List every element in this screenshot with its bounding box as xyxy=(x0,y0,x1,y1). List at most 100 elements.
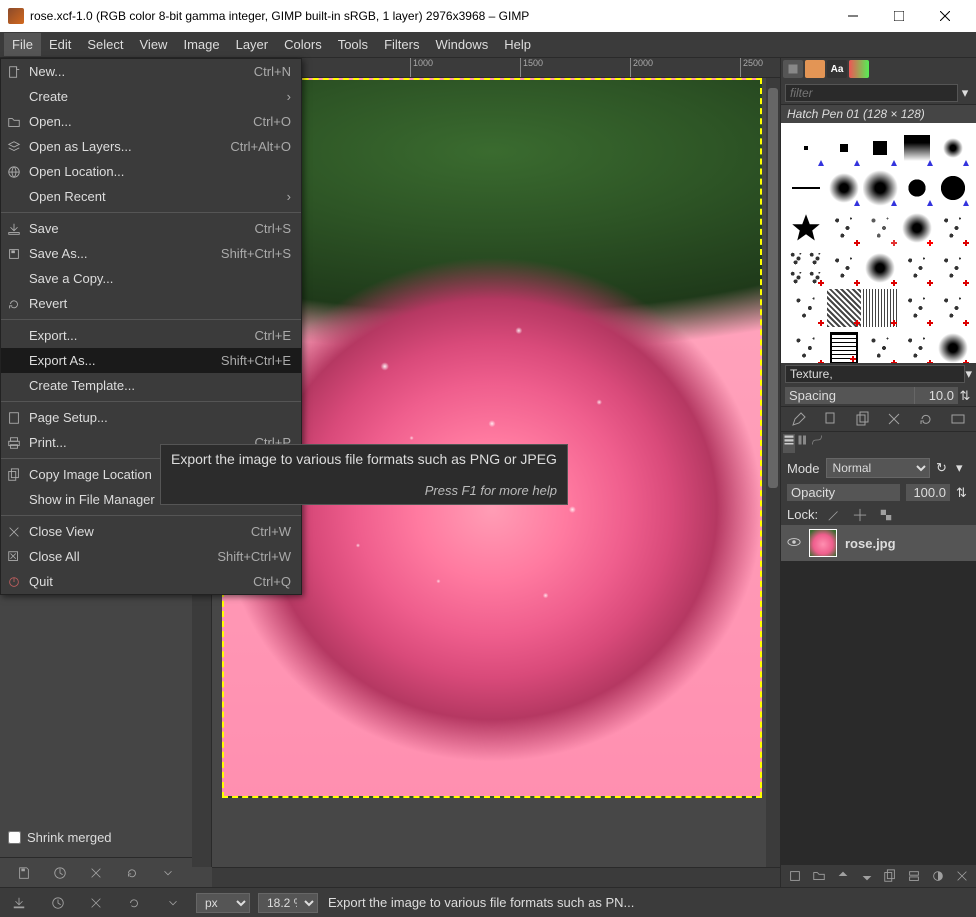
menu-edit[interactable]: Edit xyxy=(41,33,79,56)
brush-edit-icon[interactable] xyxy=(791,411,807,427)
brush-swatch[interactable] xyxy=(936,289,970,327)
file-menu-item[interactable]: Open...Ctrl+O xyxy=(1,109,301,134)
brush-swatch[interactable] xyxy=(827,249,861,287)
tab-layers[interactable] xyxy=(783,434,795,453)
delete-layer-icon[interactable] xyxy=(955,869,969,883)
brush-swatch[interactable] xyxy=(863,329,897,363)
brush-swatch[interactable] xyxy=(936,129,970,167)
raise-layer-icon[interactable] xyxy=(836,869,850,883)
layer-opacity-label[interactable]: Opacity xyxy=(787,484,900,501)
zoom-select[interactable]: 18.2 % xyxy=(258,893,318,913)
menu-filters[interactable]: Filters xyxy=(376,33,427,56)
layer-visibility-icon[interactable] xyxy=(787,535,801,552)
file-menu-item[interactable]: Close AllShift+Ctrl+W xyxy=(1,544,301,569)
file-menu-item[interactable]: Save As...Shift+Ctrl+S xyxy=(1,241,301,266)
shrink-merged-checkbox[interactable] xyxy=(8,831,21,844)
menu-file[interactable]: File xyxy=(4,33,41,56)
brush-swatch[interactable] xyxy=(827,289,861,327)
file-menu-item[interactable]: Revert xyxy=(1,291,301,316)
brush-swatch[interactable] xyxy=(863,289,897,327)
brush-swatch[interactable] xyxy=(787,289,825,327)
file-menu-item[interactable]: Open as Layers...Ctrl+Alt+O xyxy=(1,134,301,159)
brush-swatch[interactable] xyxy=(900,329,934,363)
menu-icon[interactable] xyxy=(166,896,180,910)
brush-swatch[interactable] xyxy=(936,169,970,207)
file-menu-item[interactable]: Export As...Shift+Ctrl+E xyxy=(1,348,301,373)
brush-swatch[interactable] xyxy=(787,169,825,207)
menu-image[interactable]: Image xyxy=(175,33,227,56)
brush-swatch[interactable] xyxy=(863,249,897,287)
brush-swatch[interactable] xyxy=(936,209,970,247)
file-menu-item[interactable]: QuitCtrl+Q xyxy=(1,569,301,594)
menu-windows[interactable]: Windows xyxy=(427,33,496,56)
window-maximize-button[interactable] xyxy=(876,0,922,32)
file-menu-item[interactable]: Open Recent› xyxy=(1,184,301,209)
brush-swatch[interactable] xyxy=(787,329,825,363)
vertical-scrollbar-thumb[interactable] xyxy=(768,88,778,488)
window-minimize-button[interactable] xyxy=(830,0,876,32)
layer-opacity-value[interactable]: 100.0 xyxy=(906,484,950,501)
menu-select[interactable]: Select xyxy=(79,33,131,56)
brush-swatch[interactable] xyxy=(787,209,825,247)
chevron-down-icon[interactable]: ▾ xyxy=(965,366,972,382)
layer-item[interactable]: rose.jpg xyxy=(781,525,976,561)
brush-spacing-value[interactable]: 10.0 xyxy=(914,387,958,404)
file-menu-item[interactable]: Save a Copy... xyxy=(1,266,301,291)
brush-swatch[interactable] xyxy=(900,169,934,207)
mask-layer-icon[interactable] xyxy=(931,869,945,883)
file-menu-item[interactable]: New...Ctrl+N xyxy=(1,59,301,84)
reset-preset-icon[interactable] xyxy=(125,866,139,880)
brush-tag-input[interactable] xyxy=(785,365,965,383)
menu-help[interactable]: Help xyxy=(496,33,539,56)
new-layer-icon[interactable] xyxy=(788,869,802,883)
brush-swatch[interactable] xyxy=(900,289,934,327)
delete-preset-icon[interactable] xyxy=(89,866,103,880)
reset-icon[interactable] xyxy=(127,896,141,910)
file-menu-item[interactable]: Page Setup... xyxy=(1,405,301,430)
brush-delete-icon[interactable] xyxy=(886,411,902,427)
menu-view[interactable]: View xyxy=(132,33,176,56)
cancel-icon[interactable] xyxy=(89,896,103,910)
lower-layer-icon[interactable] xyxy=(860,869,874,883)
spacing-stepper[interactable]: ⇅ xyxy=(958,388,972,404)
menu-tools[interactable]: Tools xyxy=(330,33,376,56)
brush-swatch[interactable] xyxy=(863,169,897,207)
tab-gradients[interactable] xyxy=(849,60,869,78)
brush-filter-input[interactable] xyxy=(785,84,958,102)
brush-swatch[interactable] xyxy=(936,249,970,287)
duplicate-layer-icon[interactable] xyxy=(883,869,897,883)
tab-fonts[interactable]: Aa xyxy=(827,60,847,78)
chevron-down-icon[interactable]: ▾ xyxy=(958,85,972,101)
brush-new-icon[interactable] xyxy=(823,411,839,427)
brush-swatch-selected[interactable] xyxy=(831,333,857,363)
brush-swatch[interactable] xyxy=(827,209,861,247)
mode-switch-icon[interactable]: ↻ xyxy=(936,460,950,476)
file-menu-item[interactable]: Create› xyxy=(1,84,301,109)
file-menu-item[interactable]: Create Template... xyxy=(1,373,301,398)
brush-duplicate-icon[interactable] xyxy=(855,411,871,427)
brush-swatch[interactable] xyxy=(827,169,861,207)
restore-preset-icon[interactable] xyxy=(53,866,67,880)
menu-colors[interactable]: Colors xyxy=(276,33,330,56)
tab-brushes[interactable] xyxy=(783,60,803,78)
layer-name[interactable]: rose.jpg xyxy=(845,536,970,551)
file-menu-item[interactable]: Open Location... xyxy=(1,159,301,184)
brush-swatch[interactable] xyxy=(863,129,897,167)
file-menu-item[interactable]: Export...Ctrl+E xyxy=(1,323,301,348)
file-menu-item[interactable]: SaveCtrl+S xyxy=(1,216,301,241)
unit-select[interactable]: px xyxy=(196,893,250,913)
vertical-scrollbar[interactable] xyxy=(766,78,780,867)
lock-alpha-icon[interactable] xyxy=(879,508,893,522)
new-layer-group-icon[interactable] xyxy=(812,869,826,883)
chevron-down-icon[interactable]: ▾ xyxy=(956,460,970,476)
tab-channels[interactable] xyxy=(797,434,809,453)
opacity-stepper[interactable]: ⇅ xyxy=(956,485,970,501)
merge-layer-icon[interactable] xyxy=(907,869,921,883)
brush-swatch[interactable] xyxy=(863,209,897,247)
brush-open-as-image-icon[interactable] xyxy=(950,411,966,427)
brush-swatch[interactable] xyxy=(936,329,970,363)
left-dock-menu-icon[interactable] xyxy=(161,866,175,880)
layer-thumbnail[interactable] xyxy=(809,529,837,557)
brush-swatch[interactable] xyxy=(900,209,934,247)
brush-swatch[interactable] xyxy=(787,129,825,167)
